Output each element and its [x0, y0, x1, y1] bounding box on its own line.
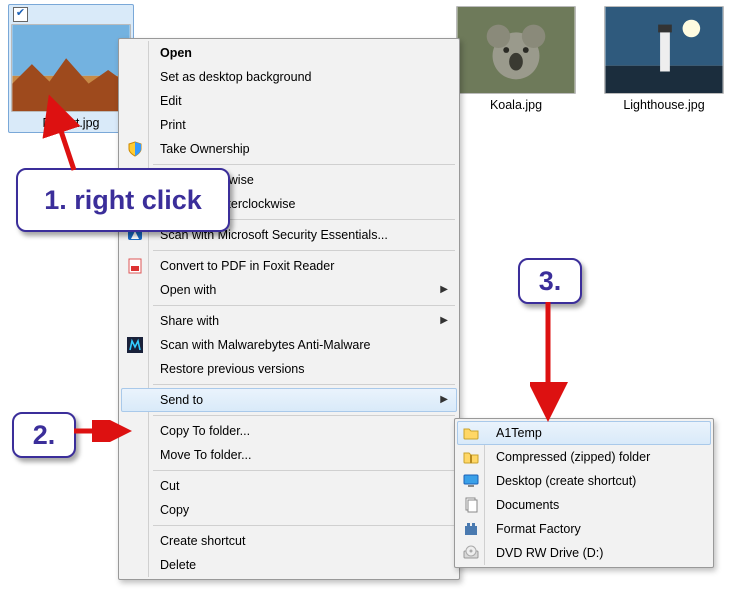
menu-item-label: Print: [160, 118, 186, 132]
menu-item-open-with[interactable]: Open with ▶: [121, 278, 457, 302]
menu-separator: [153, 525, 455, 526]
submenu-item-zipped[interactable]: Compressed (zipped) folder: [457, 445, 711, 469]
menu-item-label: Cut: [160, 479, 179, 493]
submenu-arrow-icon: ▶: [440, 389, 448, 411]
menu-item-print[interactable]: Print: [121, 113, 457, 137]
submenu-item-desktop[interactable]: Desktop (create shortcut): [457, 469, 711, 493]
file-caption: Koala.jpg: [490, 98, 542, 112]
annotation-callout-1: 1. right click: [16, 168, 230, 232]
menu-item-label: DVD RW Drive (D:): [496, 546, 603, 560]
menu-item-label: Open with: [160, 283, 216, 297]
menu-item-restore-versions[interactable]: Restore previous versions: [121, 357, 457, 381]
file-item-koala[interactable]: Koala.jpg: [454, 4, 578, 133]
menu-item-label: Documents: [496, 498, 559, 512]
context-menu[interactable]: Open Set as desktop background Edit Prin…: [118, 38, 460, 580]
submenu-item-dvd-drive[interactable]: DVD RW Drive (D:): [457, 541, 711, 565]
menu-item-label: Move To folder...: [160, 448, 252, 462]
menu-item-set-wallpaper[interactable]: Set as desktop background: [121, 65, 457, 89]
menu-item-edit[interactable]: Edit: [121, 89, 457, 113]
documents-icon: [463, 497, 479, 513]
menu-item-foxit-convert[interactable]: Convert to PDF in Foxit Reader: [121, 254, 457, 278]
menu-item-label: Restore previous versions: [160, 362, 305, 376]
submenu-item-format-factory[interactable]: Format Factory: [457, 517, 711, 541]
menu-separator: [153, 415, 455, 416]
menu-item-move-to-folder[interactable]: Move To folder...: [121, 443, 457, 467]
folder-icon: [463, 425, 479, 441]
menu-separator: [153, 384, 455, 385]
menu-item-create-shortcut[interactable]: Create shortcut: [121, 529, 457, 553]
menu-item-take-ownership[interactable]: Take Ownership: [121, 137, 457, 161]
submenu-item-documents[interactable]: Documents: [457, 493, 711, 517]
menu-item-label: Compressed (zipped) folder: [496, 450, 650, 464]
submenu-item-a1temp[interactable]: A1Temp: [457, 421, 711, 445]
menu-separator: [153, 305, 455, 306]
menu-item-scan-mbam[interactable]: Scan with Malwarebytes Anti-Malware: [121, 333, 457, 357]
menu-item-label: Take Ownership: [160, 142, 250, 156]
menu-item-copy-to-folder[interactable]: Copy To folder...: [121, 419, 457, 443]
thumbnail-desert: [11, 24, 131, 112]
dvd-drive-icon: [463, 545, 479, 561]
menu-item-delete[interactable]: Delete: [121, 553, 457, 577]
menu-item-open[interactable]: Open: [121, 41, 457, 65]
foxit-icon: [127, 258, 143, 274]
menu-item-copy[interactable]: Copy: [121, 498, 457, 522]
file-selected-checkbox[interactable]: ✔: [13, 7, 28, 22]
annotation-text: 2.: [33, 420, 56, 451]
menu-separator: [153, 250, 455, 251]
menu-item-share-with[interactable]: Share with ▶: [121, 309, 457, 333]
annotation-text: 3.: [539, 266, 562, 297]
mbam-icon: [127, 337, 143, 353]
sendto-submenu[interactable]: A1Temp Compressed (zipped) folder Deskto…: [454, 418, 714, 568]
annotation-callout-2: 2.: [12, 412, 76, 458]
menu-item-label: Convert to PDF in Foxit Reader: [160, 259, 334, 273]
menu-item-label: Share with: [160, 314, 219, 328]
shield-icon: [127, 141, 143, 157]
menu-item-label: Desktop (create shortcut): [496, 474, 636, 488]
submenu-arrow-icon: ▶: [440, 279, 448, 301]
file-item-lighthouse[interactable]: Lighthouse.jpg: [602, 4, 726, 133]
file-caption: Lighthouse.jpg: [623, 98, 704, 112]
menu-item-label: Edit: [160, 94, 182, 108]
menu-separator: [153, 470, 455, 471]
thumbnail-koala: [456, 6, 576, 94]
menu-item-label: Set as desktop background: [160, 70, 312, 84]
annotation-text: 1. right click: [44, 185, 202, 216]
menu-item-label: A1Temp: [496, 426, 542, 440]
desktop-icon: [463, 473, 479, 489]
menu-item-label: Copy: [160, 503, 189, 517]
menu-separator: [153, 164, 455, 165]
menu-item-label: Create shortcut: [160, 534, 245, 548]
file-caption: Desert.jpg: [43, 116, 100, 130]
menu-item-send-to[interactable]: Send to ▶: [121, 388, 457, 412]
menu-item-label: Copy To folder...: [160, 424, 250, 438]
menu-item-label: Format Factory: [496, 522, 581, 536]
menu-item-label: Send to: [160, 393, 203, 407]
annotation-callout-3: 3.: [518, 258, 582, 304]
submenu-arrow-icon: ▶: [440, 310, 448, 332]
annotation-arrow-3: [530, 300, 570, 422]
menu-item-label: Scan with Malwarebytes Anti-Malware: [160, 338, 371, 352]
menu-item-label: Open: [160, 46, 192, 60]
file-item-desert[interactable]: ✔ Desert.jpg: [8, 4, 134, 133]
menu-item-cut[interactable]: Cut: [121, 474, 457, 498]
menu-item-label: Delete: [160, 558, 196, 572]
zip-folder-icon: [463, 449, 479, 465]
thumbnail-lighthouse: [604, 6, 724, 94]
format-factory-icon: [463, 521, 479, 537]
